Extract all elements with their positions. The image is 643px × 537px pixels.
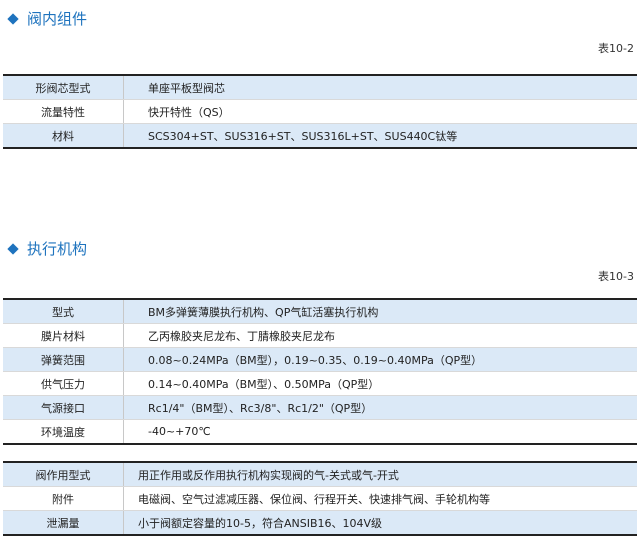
table-row: 膜片材料 乙丙橡胶夹尼龙布、丁腈橡胶夹尼龙布 — [3, 323, 637, 348]
row-key: 供气压力 — [3, 371, 124, 396]
table-label-10-2: 表10-2 — [598, 42, 634, 55]
row-value: 小于阀额定容量的10-5，符合ANSIB16、104V级 — [123, 510, 637, 536]
table-row: 气源接口 Rc1/4"（BM型）、Rc3/8"、Rc1/2"（QP型） — [3, 395, 637, 420]
row-key: 膜片材料 — [3, 323, 124, 348]
row-value: Rc1/4"（BM型）、Rc3/8"、Rc1/2"（QP型） — [123, 395, 637, 420]
row-value: 0.08~0.24MPa（BM型），0.19~0.35、0.19~0.40MPa… — [123, 347, 637, 372]
row-key: 气源接口 — [3, 395, 124, 420]
row-value: BM多弹簧薄膜执行机构、QP气缸活塞执行机构 — [123, 299, 637, 324]
table-row: 形阀芯型式 单座平板型阀芯 — [3, 75, 637, 100]
section-title-actuator: 执行机构 — [6, 238, 87, 259]
table-row: 附件 电磁阀、空气过滤减压器、保位阀、行程开关、快速排气阀、手轮机构等 — [3, 486, 637, 511]
row-key: 阀作用型式 — [3, 462, 124, 487]
table-label-10-3: 表10-3 — [598, 270, 634, 283]
row-value: -40~+70℃ — [123, 419, 637, 445]
row-key: 型式 — [3, 299, 124, 324]
actuator-table: 型式 BM多弹簧薄膜执行机构、QP气缸活塞执行机构 膜片材料 乙丙橡胶夹尼龙布、… — [3, 298, 637, 445]
table-row: 泄漏量 小于阀额定容量的10-5，符合ANSIB16、104V级 — [3, 510, 637, 536]
row-value: 电磁阀、空气过滤减压器、保位阀、行程开关、快速排气阀、手轮机构等 — [123, 486, 637, 511]
row-key: 附件 — [3, 486, 124, 511]
section-title-text: 阀内组件 — [27, 10, 88, 28]
section-title-text: 执行机构 — [27, 240, 88, 258]
valve-internals-table: 形阀芯型式 单座平板型阀芯 流量特性 快开特性（QS） 材料 SCS304+ST… — [3, 74, 637, 149]
table-row: 材料 SCS304+ST、SUS316+ST、SUS316L+ST、SUS440… — [3, 123, 637, 149]
diamond-bullet-icon — [7, 242, 19, 255]
row-value: 乙丙橡胶夹尼龙布、丁腈橡胶夹尼龙布 — [123, 323, 637, 348]
section-title-valve-internals: 阀内组件 — [6, 8, 87, 29]
table-row: 弹簧范围 0.08~0.24MPa（BM型），0.19~0.35、0.19~0.… — [3, 347, 637, 372]
table-row: 环境温度 -40~+70℃ — [3, 419, 637, 445]
valve-action-table: 阀作用型式 用正作用或反作用执行机构实现阀的气-关式或气-开式 附件 电磁阀、空… — [3, 461, 637, 536]
row-value: 单座平板型阀芯 — [123, 75, 637, 100]
row-value: 0.14~0.40MPa（BM型）、0.50MPa（QP型） — [123, 371, 637, 396]
row-key: 环境温度 — [3, 419, 124, 445]
row-key: 泄漏量 — [3, 510, 124, 536]
row-value: 快开特性（QS） — [123, 99, 637, 124]
row-key: 材料 — [3, 123, 124, 149]
table-row: 阀作用型式 用正作用或反作用执行机构实现阀的气-关式或气-开式 — [3, 462, 637, 487]
diamond-bullet-icon — [7, 12, 19, 25]
row-value: 用正作用或反作用执行机构实现阀的气-关式或气-开式 — [123, 462, 637, 487]
row-key: 弹簧范围 — [3, 347, 124, 372]
row-key: 流量特性 — [3, 99, 124, 124]
row-key: 形阀芯型式 — [3, 75, 124, 100]
table-row: 供气压力 0.14~0.40MPa（BM型）、0.50MPa（QP型） — [3, 371, 637, 396]
row-value: SCS304+ST、SUS316+ST、SUS316L+ST、SUS440C钛等 — [123, 123, 637, 149]
table-row: 流量特性 快开特性（QS） — [3, 99, 637, 124]
table-row: 型式 BM多弹簧薄膜执行机构、QP气缸活塞执行机构 — [3, 299, 637, 324]
